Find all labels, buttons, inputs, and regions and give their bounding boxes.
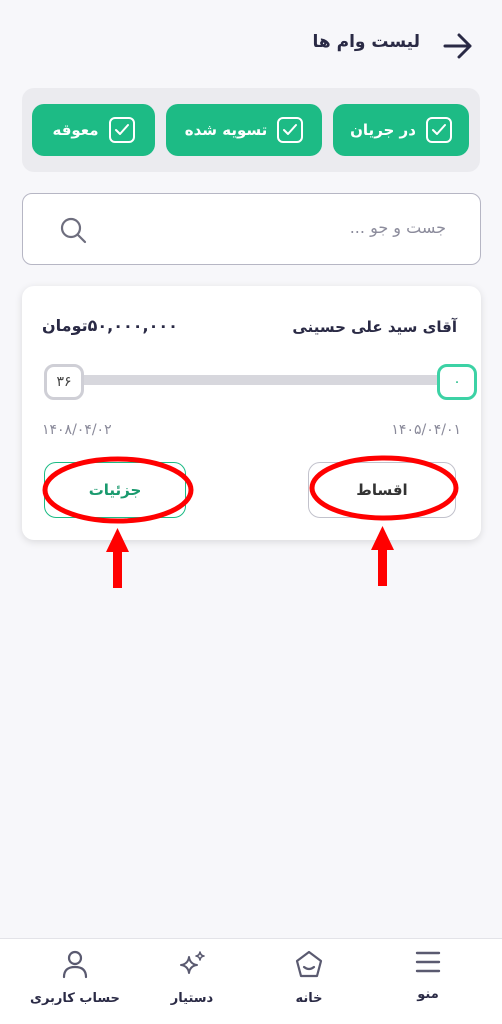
nav-account[interactable]: حساب کاربری xyxy=(20,949,130,1006)
search-placeholder: جست و جو ... xyxy=(349,218,446,237)
checkbox-checked-icon xyxy=(425,117,452,143)
page-title: لیست وام ها xyxy=(312,32,420,52)
checkbox-checked-icon xyxy=(277,117,304,143)
sparkle-icon xyxy=(177,949,207,983)
details-button[interactable]: جزئیات xyxy=(44,462,186,518)
filter-chip-label: در جریان xyxy=(350,121,416,139)
loan-card: آقای سید علی حسینی ۵۰,۰۰۰,۰۰۰تومان ۰ ۳۶ … xyxy=(22,286,481,540)
search-input[interactable]: جست و جو ... xyxy=(22,193,481,265)
menu-icon xyxy=(414,949,442,979)
nav-label: حساب کاربری xyxy=(30,991,120,1006)
filter-chip-overdue[interactable]: معوقه xyxy=(32,104,155,156)
nav-label: منو xyxy=(417,987,439,1002)
checkbox-checked-icon xyxy=(108,117,135,143)
installment-progress-track xyxy=(62,375,442,385)
borrower-name: آقای سید علی حسینی xyxy=(292,318,457,336)
bottom-navigation: منو خانه دستیار حساب کاربری xyxy=(0,938,502,1024)
nav-menu[interactable]: منو xyxy=(373,949,483,1002)
user-icon xyxy=(61,949,89,983)
nav-label: دستیار xyxy=(170,991,214,1006)
back-arrow-icon[interactable] xyxy=(442,30,474,62)
status-filter-bar: در جریان تسویه شده معوقه xyxy=(22,88,480,172)
end-date: ۱۴۰۸/۰۴/۰۲ xyxy=(42,422,112,438)
app-header: لیست وام ها xyxy=(0,0,502,90)
nav-home[interactable]: خانه xyxy=(254,949,364,1006)
filter-chip-label: تسویه شده xyxy=(184,121,268,139)
filter-chip-label: معوقه xyxy=(52,121,99,139)
filter-chip-settled[interactable]: تسویه شده xyxy=(166,104,322,156)
installments-button[interactable]: اقساط xyxy=(308,462,456,518)
home-icon xyxy=(294,949,324,983)
nav-label: خانه xyxy=(295,991,323,1006)
paid-installments-badge: ۰ xyxy=(437,364,477,400)
search-icon[interactable] xyxy=(59,216,87,248)
nav-assistant[interactable]: دستیار xyxy=(137,949,247,1006)
start-date: ۱۴۰۵/۰۴/۰۱ xyxy=(391,422,461,438)
loan-amount: ۵۰,۰۰۰,۰۰۰تومان xyxy=(42,316,178,335)
total-installments-badge: ۳۶ xyxy=(44,364,84,400)
filter-chip-active[interactable]: در جریان xyxy=(333,104,469,156)
